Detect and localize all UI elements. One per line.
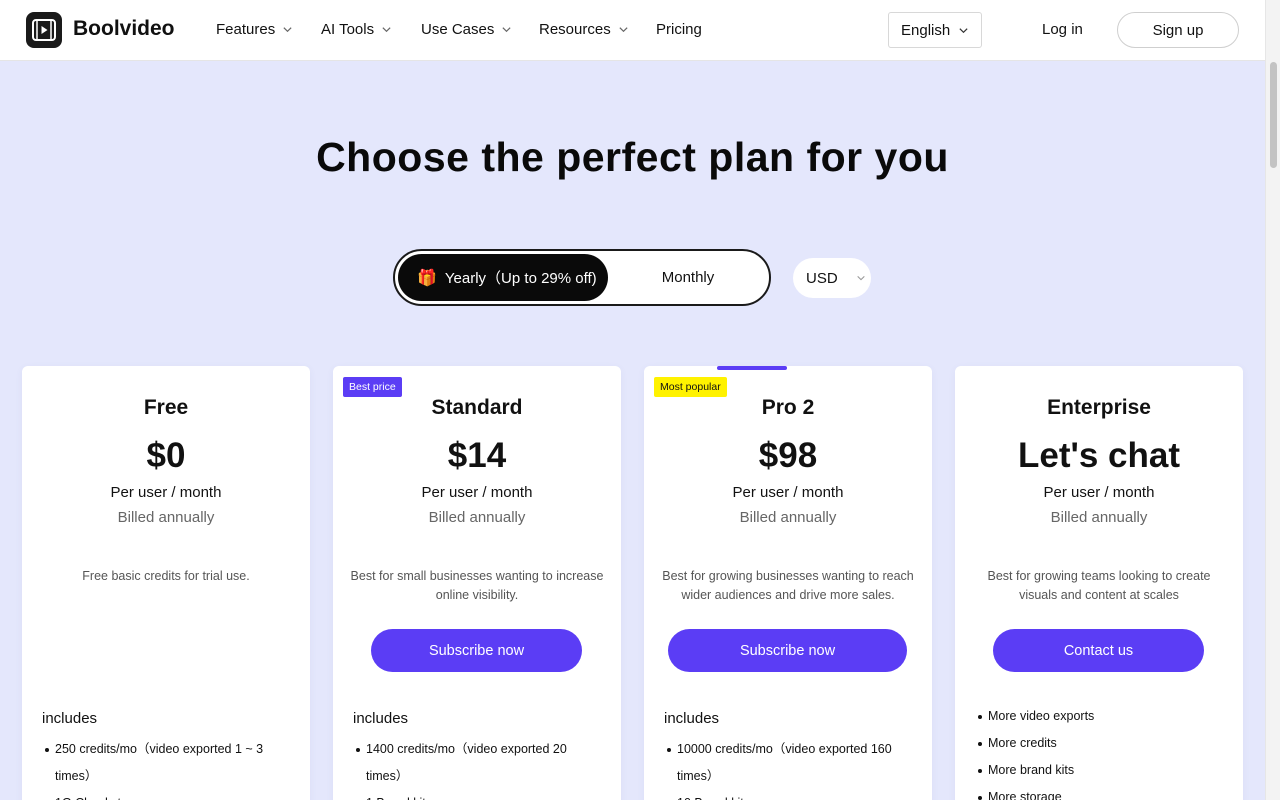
- includes-heading: includes: [353, 710, 409, 727]
- includes-heading: includes: [664, 710, 720, 727]
- feature-item: More storage: [977, 784, 1217, 800]
- nav-resources[interactable]: Resources: [539, 21, 629, 38]
- feature-list: 10000 credits/mo（video exported 160 time…: [666, 736, 906, 800]
- page-title: Choose the perfect plan for you: [316, 134, 949, 180]
- billing-yearly-option[interactable]: 🎁 Yearly（Up to 29% off): [398, 254, 608, 301]
- feature-item: 10000 credits/mo（video exported 160 time…: [666, 736, 906, 790]
- plan-description: Best for growing teams looking to create…: [987, 569, 1211, 602]
- feature-item: 1G Cloud storage: [44, 790, 284, 800]
- plan-description: Best for growing businesses wanting to r…: [662, 569, 914, 602]
- plan-description: Free basic credits for trial use.: [82, 569, 250, 583]
- feature-item: More video exports: [977, 703, 1217, 730]
- feature-list: More video exports More credits More bra…: [977, 703, 1217, 800]
- currency-select[interactable]: USD: [793, 258, 871, 298]
- plan-per: Per user / month: [110, 484, 222, 501]
- brand-name[interactable]: Boolvideo: [73, 17, 175, 41]
- feature-item: More credits: [977, 730, 1217, 757]
- feature-item: 10 Brand kits: [666, 790, 906, 800]
- chevron-down-icon: [502, 27, 511, 33]
- nav-features[interactable]: Features: [216, 21, 293, 38]
- nav-resources-label: Resources: [539, 21, 611, 38]
- nav-features-label: Features: [216, 21, 276, 38]
- billing-monthly-option[interactable]: Monthly: [608, 254, 768, 301]
- plan-price: $98: [758, 436, 818, 475]
- nav-pricing-label: Pricing: [656, 21, 702, 38]
- feature-list: 250 credits/mo（video exported 1 ~ 3 time…: [44, 736, 284, 800]
- feature-item: 250 credits/mo（video exported 1 ~ 3 time…: [44, 736, 284, 790]
- billing-toggle: 🎁 Yearly（Up to 29% off) Monthly: [393, 249, 771, 306]
- top-nav-bar: Boolvideo Features AI Tools Use Cases Re…: [0, 0, 1265, 61]
- plan-price: Let's chat: [1018, 436, 1180, 475]
- logo-icon[interactable]: [26, 12, 62, 48]
- plan-billed: Billed annually: [428, 509, 526, 526]
- chevron-down-icon: [382, 27, 391, 33]
- gift-icon: 🎁: [417, 269, 437, 287]
- nav-use-cases-label: Use Cases: [421, 21, 495, 38]
- chevron-down-icon: [959, 27, 968, 33]
- billing-yearly-label: Yearly（Up to 29% off): [444, 270, 597, 287]
- subscribe-button[interactable]: Subscribe now: [371, 629, 582, 672]
- plan-billed: Billed annually: [739, 509, 837, 526]
- plan-price: $0: [146, 436, 186, 475]
- plan-price: $14: [447, 436, 507, 475]
- plan-name: Pro 2: [761, 396, 815, 419]
- plan-card-free: Free $0 Per user / month Billed annually…: [22, 366, 310, 800]
- feature-item: 1 Brand kits: [355, 790, 595, 800]
- plan-billed: Billed annually: [117, 509, 215, 526]
- subscribe-button[interactable]: Subscribe now: [668, 629, 907, 672]
- signup-button[interactable]: Sign up: [1117, 12, 1239, 48]
- feature-list: 1400 credits/mo（video exported 20 times）…: [355, 736, 595, 800]
- contact-us-button[interactable]: Contact us: [993, 629, 1204, 672]
- chevron-down-icon: [856, 275, 865, 281]
- feature-item: 1400 credits/mo（video exported 20 times）: [355, 736, 595, 790]
- plan-card-enterprise: Enterprise Let's chat Per user / month B…: [955, 366, 1243, 800]
- plan-per: Per user / month: [732, 484, 844, 501]
- plan-billed: Billed annually: [1050, 509, 1148, 526]
- plan-per: Per user / month: [1043, 484, 1155, 501]
- chevron-down-icon: [619, 27, 628, 33]
- language-select[interactable]: English: [888, 12, 982, 48]
- plan-description: Best for small businesses wanting to inc…: [350, 569, 604, 602]
- page-scrollbar[interactable]: [1265, 0, 1280, 800]
- nav-use-cases[interactable]: Use Cases: [421, 21, 512, 38]
- scrollbar-thumb[interactable]: [1270, 62, 1277, 168]
- plan-name: Free: [143, 396, 189, 419]
- chevron-down-icon: [283, 27, 292, 33]
- plan-card-pro: Most popular Pro 2 $98 Per user / month …: [644, 366, 932, 800]
- plan-card-standard: Best price Standard $14 Per user / month…: [333, 366, 621, 800]
- popular-highlight-bar: [717, 366, 787, 370]
- plan-name: Enterprise: [1047, 396, 1151, 419]
- currency-value: USD: [806, 269, 838, 287]
- plan-per: Per user / month: [421, 484, 533, 501]
- most-popular-badge: Most popular: [654, 377, 727, 397]
- feature-item: More brand kits: [977, 757, 1217, 784]
- login-link[interactable]: Log in: [1042, 21, 1083, 38]
- best-price-badge: Best price: [343, 377, 402, 397]
- includes-heading: includes: [42, 710, 98, 727]
- nav-ai-tools[interactable]: AI Tools: [321, 21, 392, 38]
- plan-name: Standard: [431, 396, 523, 419]
- language-value: English: [901, 21, 951, 39]
- nav-pricing[interactable]: Pricing: [656, 21, 702, 38]
- nav-ai-tools-label: AI Tools: [321, 21, 375, 38]
